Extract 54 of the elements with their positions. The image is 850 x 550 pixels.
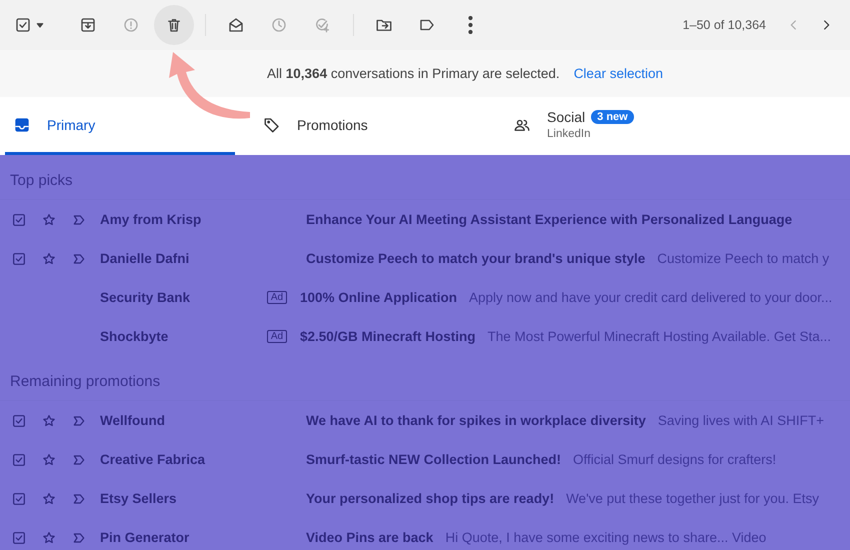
email-subject: $2.50/GB Minecraft Hosting: [300, 329, 476, 344]
checkbox-icon: [14, 16, 32, 34]
sender-name: Etsy Sellers: [100, 491, 178, 506]
sender-name: Danielle Dafni: [100, 251, 190, 266]
email-snippet: Saving lives with AI SHIFT+: [658, 413, 824, 428]
section-heading: Remaining promotions: [0, 356, 850, 401]
sender-name: Pin Generator: [100, 530, 190, 545]
row-checkbox[interactable]: [11, 490, 27, 506]
archive-icon: [79, 16, 97, 34]
add-task-icon: [313, 16, 331, 34]
sender-name: Shockbyte: [100, 329, 170, 344]
delete-icon: [165, 16, 183, 34]
inbox-icon: [13, 116, 31, 134]
email-subject: Smurf-tastic NEW Collection Launched!: [306, 452, 562, 467]
email-subject: 100% Online Application: [300, 290, 458, 305]
tab-label: Primary: [47, 116, 96, 132]
tab-subtitle: LinkedIn: [547, 128, 592, 140]
clear-selection-link[interactable]: Clear selection: [574, 66, 663, 81]
email-snippet: Hi Quote, I have some exciting news to share... Video: [445, 530, 766, 545]
row-checkbox[interactable]: [11, 250, 27, 266]
new-count-badge: 3 new: [591, 110, 634, 124]
sender-name: Amy from Krisp: [100, 212, 202, 227]
envelope-icon: [227, 16, 245, 34]
email-subject: Video Pins are back: [306, 530, 434, 545]
tag-icon: [263, 116, 281, 134]
row-checkbox[interactable]: [11, 412, 27, 428]
category-tab[interactable]: Promotions: [255, 97, 505, 155]
ad-label: Ad: [266, 291, 288, 304]
tab-label: Promotions: [297, 116, 368, 132]
tab-label: Social: [547, 109, 586, 125]
email-subject: Customize Peech to match your brand's unique style: [306, 251, 646, 266]
delete-button[interactable]: [154, 5, 194, 45]
sender-name: Wellfound: [100, 413, 166, 428]
row-checkbox[interactable]: [11, 530, 27, 546]
category-tab[interactable]: Social 3 new LinkedIn: [505, 97, 755, 155]
email-snippet: The Most Powerful Minecraft Hosting Available. Get Sta...: [488, 329, 831, 344]
selection-message: All 10,364 conversations in Primary are selected.: [267, 66, 560, 81]
row-checkbox[interactable]: [11, 212, 27, 228]
email-snippet: Customize Peech to match y: [657, 251, 830, 266]
clock-icon: [270, 16, 288, 34]
report-spam-icon: [122, 16, 140, 34]
email-subject: Your personalized shop tips are ready!: [306, 491, 554, 506]
sender-name: Security Bank: [100, 290, 192, 305]
row-checkbox[interactable]: [11, 452, 27, 468]
more-icon: [468, 16, 472, 34]
email-subject: We have AI to thank for spikes in workplace diversity: [306, 413, 646, 428]
ad-label: Ad: [266, 330, 288, 343]
email-snippet: We've put these together just for you. Etsy: [566, 491, 820, 506]
email-subject: Enhance Your AI Meeting Assistant Experience with Personalized Language: [306, 212, 792, 227]
sender-name: Creative Fabrica: [100, 452, 206, 467]
section-heading: Top picks: [0, 155, 850, 200]
email-snippet: Official Smurf designs for crafters!: [573, 452, 776, 467]
pagination-range: 1–50 of 10,364: [682, 18, 766, 32]
email-snippet: Apply now and have your credit card delivered to your door...: [469, 290, 832, 305]
